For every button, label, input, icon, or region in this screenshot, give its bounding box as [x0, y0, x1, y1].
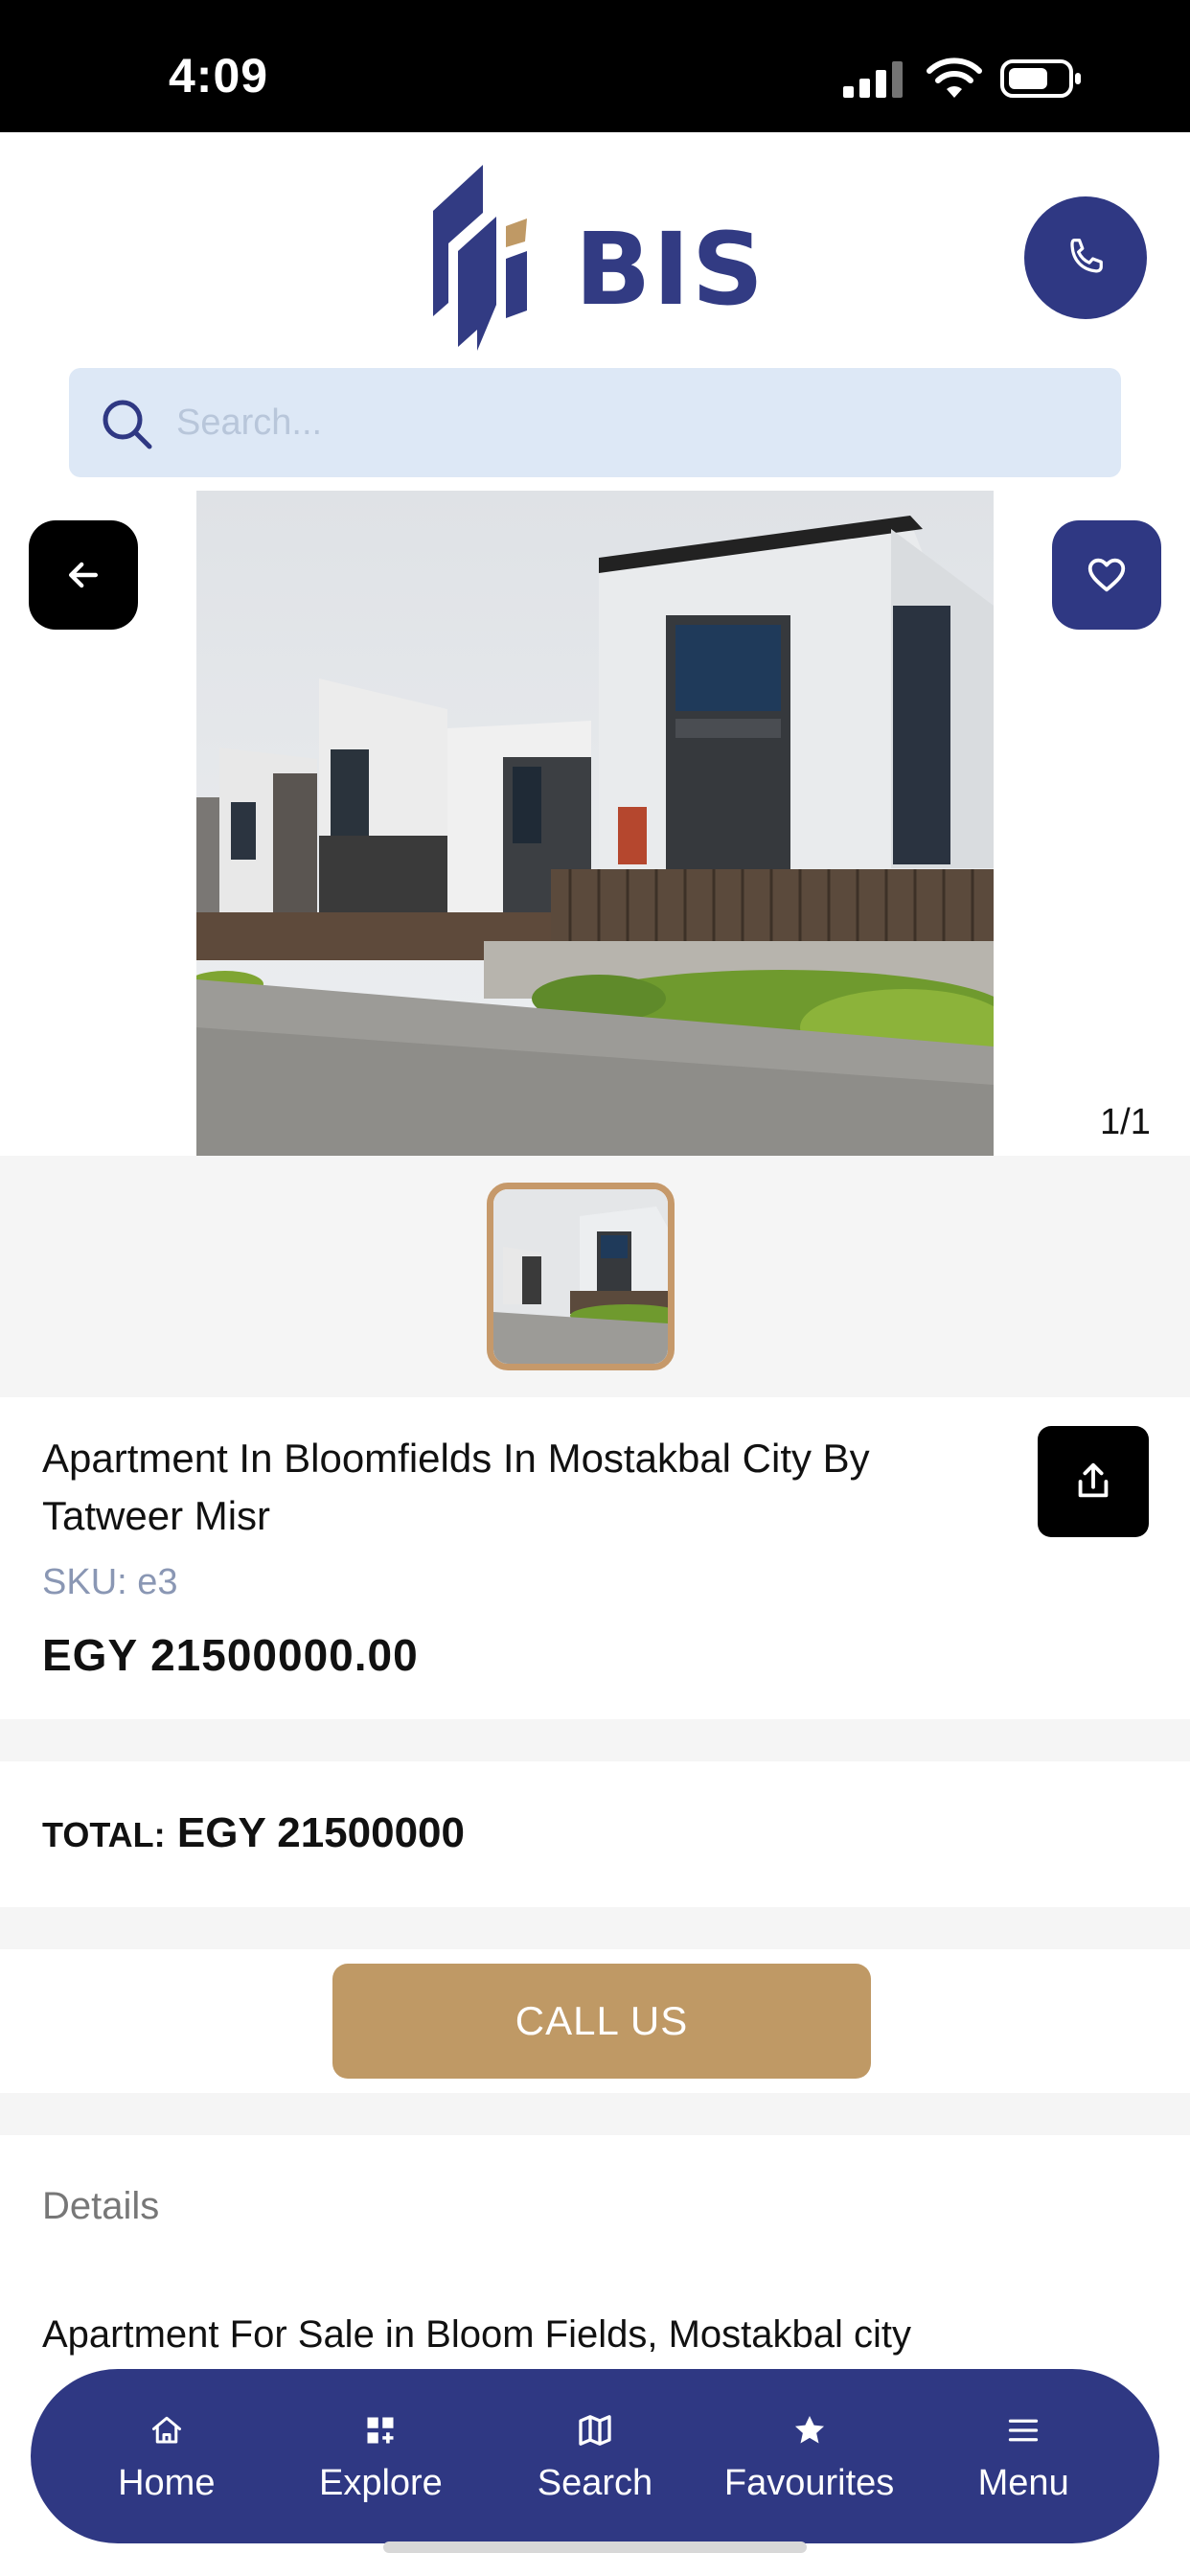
- divider: [0, 1719, 1190, 1761]
- product-title: Apartment In Bloomfields In Mostakbal Ci…: [42, 1436, 870, 1538]
- total-value: EGY 21500000: [176, 1809, 465, 1856]
- menu-icon: [1002, 2409, 1044, 2451]
- bottom-nav: Home Explore Search Favourites Menu: [31, 2369, 1159, 2543]
- home-indicator: [383, 2542, 807, 2553]
- nav-menu-label: Menu: [977, 2462, 1069, 2503]
- divider: [0, 2093, 1190, 2135]
- home-icon: [146, 2409, 188, 2451]
- nav-menu[interactable]: Menu: [923, 2409, 1124, 2504]
- nav-search-label: Search: [537, 2462, 653, 2503]
- brand-logo: BIS: [429, 159, 774, 360]
- map-icon: [574, 2409, 616, 2451]
- cta-section: CALL US: [0, 1949, 1190, 2093]
- product-price: EGY 21500000.00: [42, 1630, 419, 1680]
- search-bar[interactable]: [69, 368, 1121, 477]
- thumbnail-1[interactable]: [487, 1183, 675, 1370]
- explore-icon: [359, 2409, 401, 2451]
- heart-icon: [1087, 558, 1126, 592]
- sku-label: SKU: e3: [42, 1562, 178, 1602]
- phone-icon: [1070, 238, 1103, 273]
- details-text: Apartment For Sale in Bloom Fields, Most…: [42, 2313, 912, 2356]
- total-amount: TOTAL: EGY 21500000: [42, 1809, 465, 1857]
- star-icon: [789, 2409, 831, 2451]
- product-info: Apartment In Bloomfields In Mostakbal Ci…: [0, 1397, 1190, 1719]
- image-counter: 1/1: [1100, 1102, 1151, 1142]
- back-button[interactable]: [29, 520, 138, 630]
- status-bar: 4:09: [0, 0, 1190, 132]
- nav-explore[interactable]: Explore: [280, 2409, 481, 2504]
- logo-text: BIS: [575, 211, 766, 328]
- status-time: 4:09: [169, 49, 269, 103]
- wifi-icon: [927, 58, 982, 98]
- search-input[interactable]: [176, 391, 1096, 454]
- logo-mark-icon: [433, 165, 527, 351]
- nav-favourites[interactable]: Favourites: [709, 2409, 910, 2504]
- thumbnail-image: [493, 1189, 668, 1364]
- nav-explore-label: Explore: [318, 2462, 443, 2503]
- signal-icon: [843, 61, 903, 98]
- nav-home[interactable]: Home: [66, 2409, 267, 2504]
- thumbnail-strip: [0, 1156, 1190, 1397]
- call-us-button[interactable]: CALL US: [332, 1964, 871, 2079]
- product-gallery: 1/1: [0, 491, 1190, 1156]
- battery-icon: [1000, 59, 1081, 98]
- nav-home-label: Home: [118, 2462, 216, 2503]
- details-heading: Details: [42, 2185, 160, 2227]
- share-button[interactable]: [1038, 1426, 1149, 1537]
- call-phone-button[interactable]: [1024, 196, 1147, 319]
- total-section: TOTAL: EGY 21500000: [0, 1761, 1190, 1907]
- search-icon: [103, 400, 152, 449]
- nav-search[interactable]: Search: [494, 2409, 696, 2504]
- property-image: [196, 491, 994, 1156]
- nav-favourites-label: Favourites: [723, 2462, 895, 2503]
- total-label: TOTAL:: [42, 1815, 166, 1854]
- arrow-left-icon: [68, 562, 99, 588]
- favourite-button[interactable]: [1052, 520, 1161, 630]
- divider: [0, 1907, 1190, 1949]
- property-photo[interactable]: [196, 491, 994, 1156]
- share-icon: [1078, 1462, 1109, 1498]
